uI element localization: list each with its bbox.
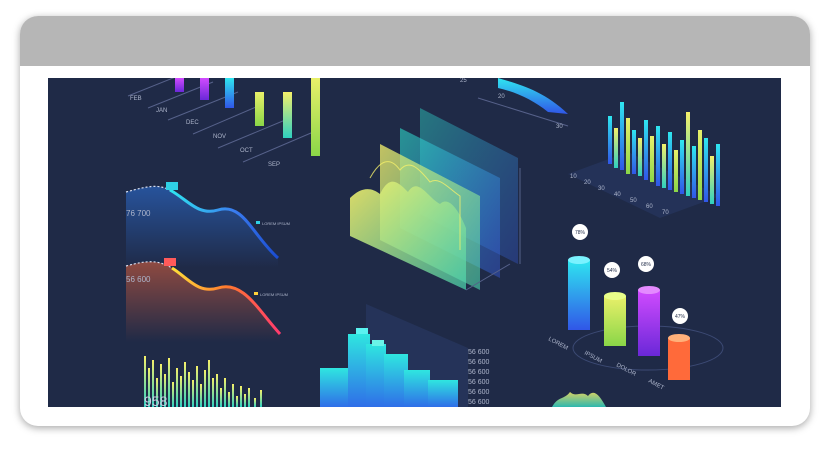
coin-stack: 78% LOREM — [547, 224, 590, 352]
value-badge — [166, 182, 178, 190]
axis-number: 60 — [646, 204, 653, 210]
stack-label: LOREM — [547, 336, 569, 351]
gauge-chart: 25 20 30 — [460, 78, 569, 130]
pct-label: 68% — [641, 262, 652, 268]
axis-number: 56 600 — [468, 359, 490, 366]
window-titlebar — [20, 16, 810, 66]
bar-label: OCT — [240, 148, 253, 154]
axis-number: 20 — [584, 180, 591, 186]
axis-number: 25 — [460, 78, 467, 84]
legend-label: LOREM IPSUM — [260, 292, 288, 297]
axis-number: 56 600 — [468, 379, 490, 386]
small-area-chart — [552, 392, 606, 407]
layered-area-panels — [350, 108, 521, 291]
legend-swatch — [254, 292, 258, 295]
bar-label: NOV — [213, 134, 226, 140]
axis-number: 70 — [662, 210, 669, 216]
axis-number: 20 — [498, 94, 505, 100]
bar-label: JAN — [156, 108, 167, 114]
value-badge — [164, 258, 176, 266]
stack-label: DOLOR — [615, 362, 637, 378]
axis-number: 50 — [630, 198, 637, 204]
legend-swatch — [256, 221, 260, 224]
pct-label: 54% — [607, 268, 618, 274]
line-chart-orange: 56 600 LOREM IPSUM — [125, 258, 288, 342]
axis-number: 56 600 — [468, 349, 490, 356]
axis-number: 56 600 — [468, 389, 490, 396]
infographic-image: FEB JAN DEC NOV OCT SEP 76 700 LOREM IPS… — [48, 78, 781, 407]
legend-label: LOREM IPSUM — [262, 221, 290, 226]
image-window: FEB JAN DEC NOV OCT SEP 76 700 LOREM IPS… — [20, 16, 810, 426]
axis-number: 10 — [570, 174, 577, 180]
isometric-bar-field: 10 20 30 40 50 60 70 — [568, 102, 720, 218]
line-chart-blue: 76 700 LOREM IPSUM — [125, 182, 290, 268]
axis-number: 56 600 — [468, 399, 490, 406]
vertical-bar-histogram: 958 — [144, 356, 262, 407]
pct-label: 47% — [675, 314, 686, 320]
bar-label: SEP — [268, 162, 280, 168]
coin-stack-chart: 78% LOREM 54% IPSUM 68% DOLOR 47% AMET — [547, 224, 724, 392]
bar-label: FEB — [130, 96, 142, 102]
axis-number: 30 — [598, 186, 605, 192]
axis-number: 56 600 — [468, 369, 490, 376]
stack-label: AMET — [647, 378, 665, 391]
axis-number: 30 — [556, 124, 563, 130]
infographic-svg: FEB JAN DEC NOV OCT SEP 76 700 LOREM IPS… — [125, 78, 724, 407]
line-value: 76 700 — [126, 209, 151, 218]
bar-value: 958 — [144, 393, 168, 407]
isometric-block-chart: 56 600 56 600 56 600 56 600 56 600 56 60… — [320, 304, 490, 407]
axis-number: 40 — [614, 192, 621, 198]
isometric-bar-chart: FEB JAN DEC NOV OCT SEP — [127, 78, 320, 168]
line-value: 56 600 — [126, 275, 151, 284]
bar-label: DEC — [186, 120, 199, 126]
pct-label: 78% — [575, 230, 586, 236]
